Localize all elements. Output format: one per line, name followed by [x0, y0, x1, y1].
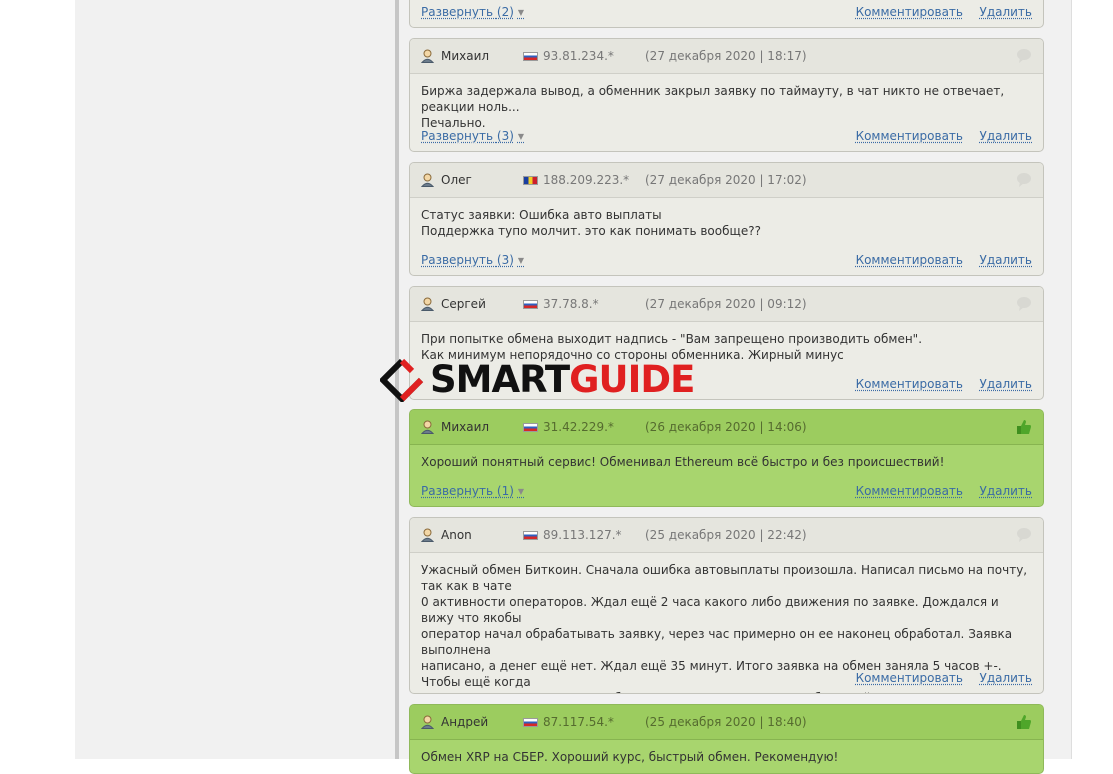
review-card: Михаил 93.81.234.* (27 декабря 2020 | 18… [409, 38, 1044, 152]
review-header: Михаил 93.81.234.* (27 декабря 2020 | 18… [410, 39, 1043, 74]
ip-address: 37.78.8.* [543, 297, 599, 311]
comment-link[interactable]: Комментировать [856, 129, 963, 143]
russia-flag-icon [523, 52, 538, 61]
chevron-down-icon: ▼ [517, 8, 525, 17]
review-card: Олег 188.209.223.* (27 декабря 2020 | 17… [409, 162, 1044, 276]
review-date: (26 декабря 2020 | 14:06) [645, 420, 807, 434]
author-name: Сергей [441, 297, 486, 311]
review-date: (25 декабря 2020 | 18:40) [645, 715, 807, 729]
user-icon [421, 715, 434, 729]
review-card: Anon 89.113.127.* (25 декабря 2020 | 22:… [409, 517, 1044, 694]
delete-link[interactable]: Удалить [980, 5, 1033, 19]
delete-link[interactable]: Удалить [980, 129, 1033, 143]
review-header: Олег 188.209.223.* (27 декабря 2020 | 17… [410, 163, 1043, 198]
review-actions: Комментировать Удалить [421, 671, 1032, 687]
russia-flag-icon [523, 718, 538, 727]
smartguide-watermark: SMARTGUIDE [380, 358, 740, 402]
review-text: Биржа задержала вывод, а обменник закрыл… [421, 84, 1005, 130]
russia-flag-icon [523, 531, 538, 540]
comment-link[interactable]: Комментировать [856, 671, 963, 685]
review-header: Сергей 37.78.8.* (27 декабря 2020 | 09:1… [410, 287, 1043, 322]
comment-bubble-icon [1017, 173, 1031, 187]
review-text: Хороший понятный сервис! Обменивал Ether… [421, 455, 945, 469]
chevron-down-icon: ▼ [517, 256, 525, 265]
review-actions: Развернуть (3) ▼ Комментировать Удалить [421, 253, 1032, 269]
review-actions: Развернуть (2) ▼ Комментировать Удалить [421, 5, 1032, 21]
review-date: (27 декабря 2020 | 17:02) [645, 173, 807, 187]
ip-address: 87.117.54.* [543, 715, 614, 729]
moldova-flag-icon [523, 176, 538, 185]
review-header: Михаил 31.42.229.* (26 декабря 2020 | 14… [410, 410, 1043, 445]
author-name: Олег [441, 173, 472, 187]
review-date: (27 декабря 2020 | 18:17) [645, 49, 807, 63]
ip-address: 89.113.127.* [543, 528, 622, 542]
expand-link[interactable]: Развернуть (1) ▼ [421, 484, 524, 498]
smartguide-logo-icon [380, 358, 424, 402]
user-icon [421, 297, 434, 311]
ip-address: 31.42.229.* [543, 420, 614, 434]
comment-bubble-icon [1017, 528, 1031, 542]
review-date: (27 декабря 2020 | 09:12) [645, 297, 807, 311]
ip-address: 93.81.234.* [543, 49, 614, 63]
russia-flag-icon [523, 300, 538, 309]
review-header: Андрей 87.117.54.* (25 декабря 2020 | 18… [410, 705, 1043, 740]
comment-bubble-icon [1017, 49, 1031, 63]
review-card: Развернуть (2) ▼ Комментировать Удалить [409, 0, 1044, 28]
user-icon [421, 173, 434, 187]
author-name: Михаил [441, 49, 490, 63]
review-text: При попытке обмена выходит надпись - "Ва… [421, 332, 923, 362]
expand-link[interactable]: Развернуть (3) ▼ [421, 253, 524, 267]
author-name: Anon [441, 528, 472, 542]
delete-link[interactable]: Удалить [980, 253, 1033, 267]
left-sidebar [75, 0, 395, 759]
author-name: Михаил [441, 420, 490, 434]
thumbs-up-icon [1017, 420, 1031, 434]
user-icon [421, 528, 434, 542]
comment-link[interactable]: Комментировать [856, 5, 963, 19]
user-icon [421, 420, 434, 434]
delete-link[interactable]: Удалить [980, 484, 1033, 498]
thumbs-up-icon [1017, 715, 1031, 729]
comment-link[interactable]: Комментировать [856, 377, 963, 391]
review-text: Статус заявки: Ошибка авто выплаты Подде… [421, 208, 761, 238]
comment-link[interactable]: Комментировать [856, 484, 963, 498]
review-text: Обмен XRP на СБЕР. Хороший курс, быстрый… [421, 750, 839, 764]
ip-address: 188.209.223.* [543, 173, 630, 187]
expand-link[interactable]: Развернуть (3) ▼ [421, 129, 524, 143]
watermark-text: SMARTGUIDE [430, 358, 695, 401]
chevron-down-icon: ▼ [517, 132, 525, 141]
russia-flag-icon [523, 423, 538, 432]
user-icon [421, 49, 434, 63]
delete-link[interactable]: Удалить [980, 377, 1033, 391]
delete-link[interactable]: Удалить [980, 671, 1033, 685]
review-date: (25 декабря 2020 | 22:42) [645, 528, 807, 542]
comment-bubble-icon [1017, 297, 1031, 311]
review-card: Михаил 31.42.229.* (26 декабря 2020 | 14… [409, 409, 1044, 507]
review-header: Anon 89.113.127.* (25 декабря 2020 | 22:… [410, 518, 1043, 553]
chevron-down-icon: ▼ [517, 487, 525, 496]
review-actions: Развернуть (1) ▼ Комментировать Удалить [421, 484, 1032, 500]
review-card: Андрей 87.117.54.* (25 декабря 2020 | 18… [409, 704, 1044, 774]
comment-link[interactable]: Комментировать [856, 253, 963, 267]
review-actions: Развернуть (3) ▼ Комментировать Удалить [421, 129, 1032, 145]
expand-link[interactable]: Развернуть (2) ▼ [421, 5, 524, 19]
author-name: Андрей [441, 715, 489, 729]
